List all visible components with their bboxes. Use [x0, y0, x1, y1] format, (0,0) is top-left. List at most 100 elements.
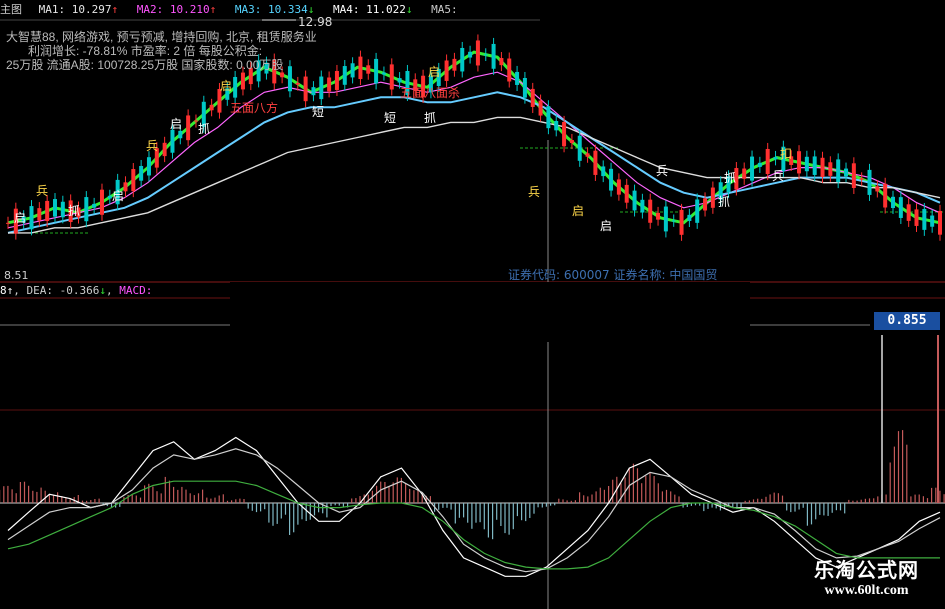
ma5-readout: MA5: [431, 3, 458, 16]
candle-body [99, 189, 104, 215]
signal-label: 抓 [68, 204, 80, 218]
candle-body [468, 51, 473, 58]
signal-label: 抓 [198, 122, 210, 136]
candle-body [797, 151, 802, 174]
black-mask [230, 282, 750, 342]
candle-body [358, 56, 363, 80]
candle-body [295, 82, 300, 85]
ma-indicator-bar: 主图 MA1: 10.297↑ MA2: 10.210↑ MA3: 10.334… [0, 0, 540, 20]
candle-body [60, 201, 65, 218]
watermark-title: 乐淘公式网 [814, 560, 919, 582]
candle-body [851, 163, 856, 188]
candle-body [162, 142, 167, 157]
candle-body [695, 199, 700, 223]
candle-body [632, 190, 637, 211]
candle-body [836, 159, 841, 183]
macd-panel [0, 335, 945, 577]
ma3-readout: MA3: 10.334↓ [234, 3, 315, 16]
title-fragment: 主图 [0, 3, 22, 16]
candle-body [930, 215, 935, 227]
candle-body [624, 184, 629, 203]
signal-label: 抓 [724, 171, 736, 185]
candle-body [460, 47, 465, 72]
candle-body [37, 208, 42, 221]
candle-body [530, 88, 535, 107]
candle-body [139, 165, 144, 181]
signal-label: 扣 [780, 147, 792, 161]
candle-body [475, 40, 480, 66]
candle-body [444, 60, 449, 81]
candle-body [710, 187, 715, 208]
candle-body [491, 43, 496, 69]
low-price-label: 8.51 [4, 269, 29, 282]
candle-body [178, 130, 183, 139]
candle-body [319, 76, 324, 100]
candle-body [656, 212, 661, 220]
signal-label: 启 [220, 79, 232, 93]
candle-body [327, 77, 332, 92]
candle-body [867, 169, 872, 195]
signal-label: 短 [312, 105, 324, 119]
signal-label: 抓 [424, 111, 436, 125]
watermark: 乐淘公式网 www.60lt.com [814, 554, 919, 599]
candle-body [92, 203, 97, 208]
candle-body [601, 166, 606, 177]
candle-body [750, 156, 755, 181]
signal-label: 兵 [36, 184, 48, 198]
candle-body [29, 206, 34, 230]
candle-body [389, 64, 394, 90]
candle-body [914, 209, 919, 226]
candle-body [186, 115, 191, 141]
candle-body [334, 70, 339, 90]
candle-body [671, 220, 676, 222]
candle-body [765, 148, 770, 175]
candle-body [875, 186, 880, 192]
candle-body [773, 156, 778, 160]
dea-readout: DEA: -0.366↓ [26, 284, 107, 297]
candle-body [569, 139, 574, 144]
signal-label: 启 [170, 117, 182, 131]
macd-readout: MACD: [119, 284, 153, 297]
candle-body [922, 209, 927, 230]
candle-body [397, 78, 402, 83]
candle-body [562, 121, 567, 147]
macd-line-dea [7, 448, 941, 573]
candle-body [84, 197, 89, 222]
candle-body [554, 120, 559, 131]
candle-body [123, 182, 128, 192]
signal-label: 启 [600, 219, 612, 233]
macd-line-slow [7, 480, 940, 570]
candle-body [146, 157, 151, 176]
candle-body [906, 204, 911, 221]
candle-body [45, 200, 50, 221]
candle-body [898, 197, 903, 218]
candle-body [585, 153, 590, 157]
candle-body [538, 100, 543, 116]
candle-body [703, 198, 708, 211]
signal-label: 兵 [528, 185, 540, 199]
candle-body [742, 168, 747, 179]
ma4-readout: MA4: 11.022↓ [333, 3, 413, 16]
candle-body [679, 209, 684, 235]
macd-line-dif [7, 436, 941, 577]
candle-body [303, 76, 308, 102]
candle-body [891, 196, 896, 209]
candle-body [546, 106, 551, 129]
candle-body [515, 71, 520, 85]
candle-body [609, 168, 614, 191]
value-tag: 0.855 [874, 312, 940, 330]
candle-body [820, 157, 825, 177]
candle-body [593, 150, 598, 175]
candle-body [648, 199, 653, 223]
signal-label: 启 [14, 211, 26, 225]
candle-body [859, 178, 864, 180]
candle-body [522, 78, 527, 98]
candle-body [828, 162, 833, 176]
signal-label: 启 [112, 189, 124, 203]
candle-body [209, 104, 214, 111]
candle-body [938, 210, 942, 235]
signal-label: 抓 [718, 195, 730, 209]
signal-label: 启 [428, 65, 440, 79]
candle-body [52, 199, 57, 217]
candle-body [374, 58, 379, 84]
